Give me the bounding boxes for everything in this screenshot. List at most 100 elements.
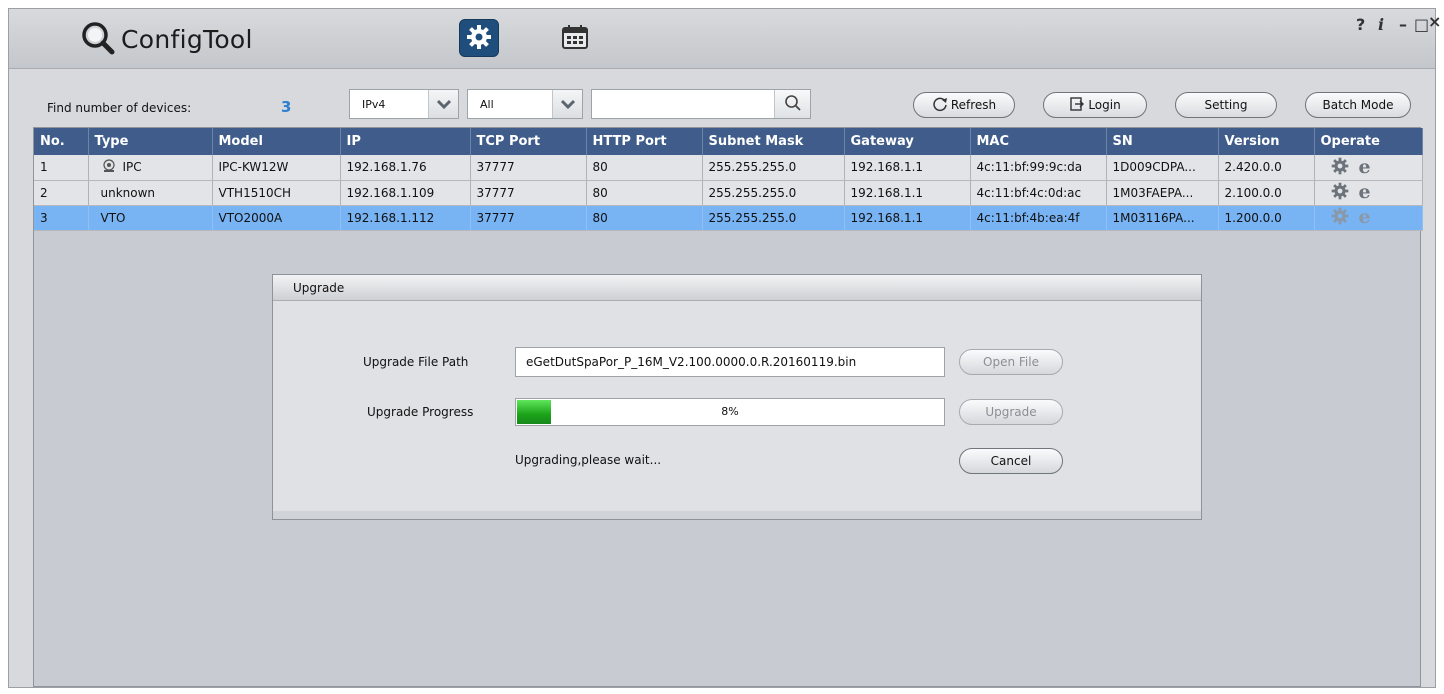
batch-mode-button[interactable]: Batch Mode [1305, 92, 1411, 118]
gear-icon[interactable] [1331, 182, 1349, 203]
device-count: 3 [281, 98, 292, 116]
tab-settings[interactable] [459, 19, 499, 57]
cell-no: 2 [34, 180, 89, 206]
cell-sn: 1M03FAEPA... [1106, 180, 1219, 206]
table-row[interactable]: 3 VTO VTO2000A 192.168.1.112 37777 80 25… [34, 205, 1423, 231]
search-button[interactable] [774, 90, 810, 118]
find-devices-label: Find number of devices: [47, 101, 192, 115]
cell-tcp-port: 37777 [470, 155, 587, 181]
open-file-button[interactable]: Open File [959, 349, 1063, 375]
batch-mode-label: Batch Mode [1322, 98, 1394, 112]
refresh-label: Refresh [950, 98, 997, 112]
cell-gateway: 192.168.1.1 [844, 205, 971, 231]
file-path-label: Upgrade File Path [363, 355, 469, 369]
cell-gateway: 192.168.1.1 [844, 155, 971, 181]
chevron-down-icon[interactable] [552, 90, 582, 118]
ie-icon[interactable]: e [1359, 157, 1371, 177]
cell-ip: 192.168.1.109 [340, 180, 471, 206]
progress-label: Upgrade Progress [367, 405, 474, 419]
info-button[interactable]: i [1378, 15, 1384, 34]
cell-version: 1.200.0.0 [1218, 205, 1315, 231]
cell-sn: 1M03116PA... [1106, 205, 1219, 231]
cell-tcp-port: 37777 [470, 180, 587, 206]
search-input[interactable] [591, 89, 811, 119]
setting-label: Setting [1204, 98, 1248, 112]
cell-version: 2.100.0.0 [1218, 180, 1315, 206]
cell-subnet-mask: 255.255.255.0 [702, 155, 845, 181]
table-header: No. Type Model IP TCP Port HTTP Port Sub… [34, 128, 1423, 155]
calendar-icon [561, 24, 589, 53]
column-header[interactable]: TCP Port [470, 128, 587, 155]
cell-operate: e [1314, 155, 1423, 181]
ie-icon[interactable]: e [1359, 183, 1371, 202]
minimize-button[interactable]: – [1399, 15, 1407, 34]
search-logo-icon [81, 21, 115, 58]
config-tool-window: ConfigTool ? i – □ × Find number of devi… [8, 8, 1441, 688]
type-filter-value: All [480, 97, 494, 111]
maximize-button[interactable]: □ [1414, 15, 1429, 34]
type-filter-select[interactable]: All [467, 89, 583, 119]
file-path-field[interactable]: eGetDutSpaPor_P_16M_V2.100.0000.0.R.2016… [515, 347, 945, 377]
cell-model: VTH1510CH [212, 180, 341, 206]
cell-type: VTO [88, 205, 213, 231]
column-header[interactable]: Version [1218, 128, 1315, 155]
cell-gateway: 192.168.1.1 [844, 180, 971, 206]
ip-filter-select[interactable]: IPv4 [349, 89, 459, 119]
column-header[interactable]: HTTP Port [586, 128, 703, 155]
cell-mac: 4c:11:bf:99:9c:da [970, 155, 1107, 181]
camera-icon [101, 159, 117, 176]
table-row[interactable]: 1 IPC IPC-KW12W 192.168.1.76 37777 80 25… [34, 155, 1423, 181]
column-header[interactable]: No. [34, 128, 89, 155]
upgrade-button[interactable]: Upgrade [959, 399, 1063, 425]
ip-filter-value: IPv4 [362, 97, 386, 111]
refresh-button[interactable]: Refresh [913, 92, 1015, 118]
progress-text: 8% [721, 405, 739, 418]
ie-icon[interactable]: e [1359, 208, 1371, 227]
gear-icon[interactable] [1331, 157, 1349, 178]
gear-icon[interactable] [1331, 207, 1349, 228]
cancel-button[interactable]: Cancel [959, 448, 1063, 474]
upgrade-status-text: Upgrading,please wait... [515, 453, 662, 467]
cell-no: 3 [34, 205, 89, 231]
app-title: ConfigTool [121, 24, 253, 54]
cell-ip: 192.168.1.76 [340, 155, 471, 181]
cell-no: 1 [34, 155, 89, 181]
login-icon [1069, 96, 1085, 115]
cell-http-port: 80 [586, 155, 703, 181]
cell-type-text: VTO [100, 210, 126, 225]
device-table: No. Type Model IP TCP Port HTTP Port Sub… [34, 128, 1423, 231]
column-header[interactable]: Operate [1314, 128, 1423, 155]
cell-subnet-mask: 255.255.255.0 [702, 180, 845, 206]
login-label: Login [1088, 98, 1121, 112]
dialog-title: Upgrade [273, 275, 1201, 301]
column-header[interactable]: Type [88, 128, 213, 155]
table-row[interactable]: 2 unknown VTH1510CH 192.168.1.109 37777 … [34, 180, 1423, 206]
column-header[interactable]: IP [340, 128, 471, 155]
column-header[interactable]: SN [1106, 128, 1219, 155]
cell-model: VTO2000A [212, 205, 341, 231]
setting-button[interactable]: Setting [1175, 92, 1277, 118]
cell-version: 2.420.0.0 [1218, 155, 1315, 181]
chevron-down-icon[interactable] [428, 90, 458, 118]
column-header[interactable]: Model [212, 128, 341, 155]
column-header[interactable]: Gateway [844, 128, 971, 155]
upgrade-progress-bar: 8% [515, 398, 945, 426]
search-icon [784, 94, 802, 115]
column-header[interactable]: MAC [970, 128, 1107, 155]
cell-tcp-port: 37777 [470, 205, 587, 231]
help-button[interactable]: ? [1356, 15, 1365, 34]
cell-ip: 192.168.1.112 [340, 205, 471, 231]
login-button[interactable]: Login [1043, 92, 1147, 118]
refresh-icon [932, 96, 948, 115]
close-button[interactable]: × [1428, 12, 1441, 31]
app-logo: ConfigTool [81, 21, 253, 57]
cell-http-port: 80 [586, 180, 703, 206]
column-header[interactable]: Subnet Mask [702, 128, 845, 155]
toolbar: Find number of devices: 3 IPv4 All Refre… [9, 71, 1435, 127]
tab-calendar[interactable] [555, 19, 595, 57]
cell-type-text: IPC [122, 159, 142, 174]
cell-type: unknown [88, 180, 213, 206]
upgrade-dialog: Upgrade Upgrade File Path eGetDutSpaPor_… [272, 274, 1202, 520]
cell-type: IPC [88, 155, 213, 181]
cell-operate: e [1314, 205, 1423, 231]
